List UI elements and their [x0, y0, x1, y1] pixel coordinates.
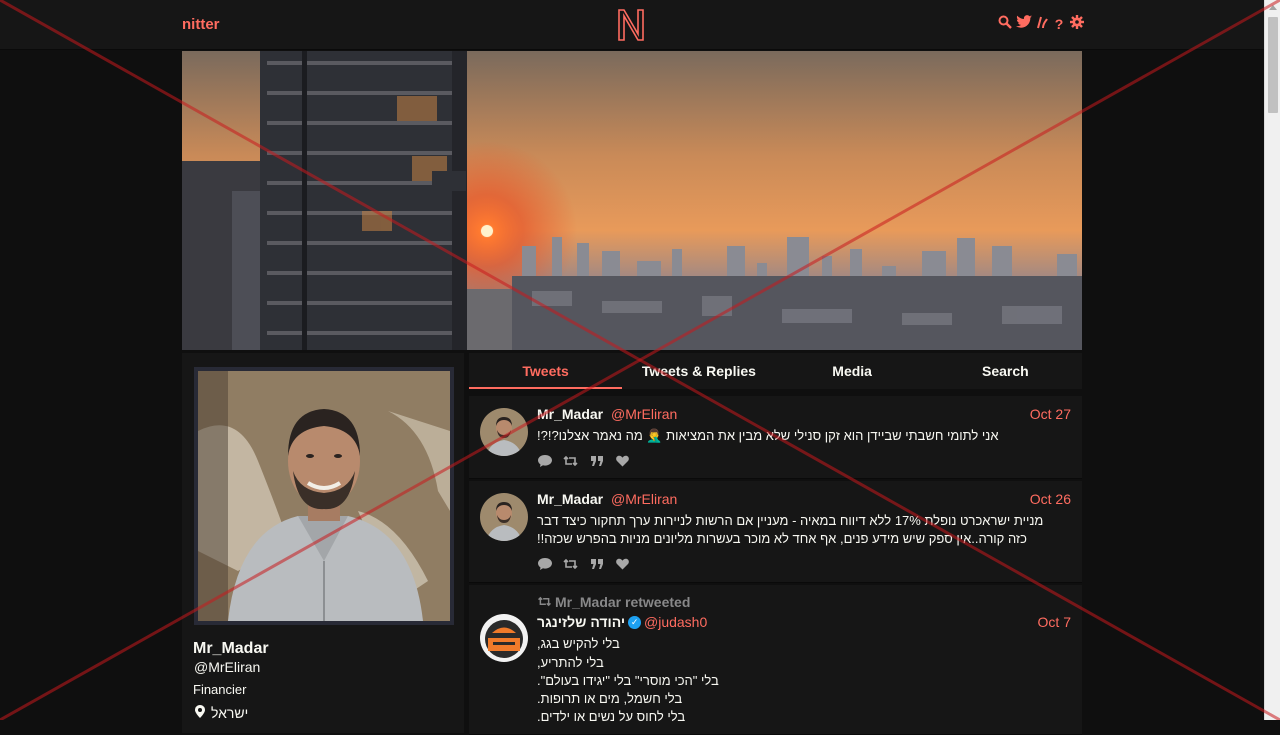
reply-icon[interactable]: [537, 455, 552, 467]
settings-icon[interactable]: [1070, 15, 1084, 33]
tweet-body-line-2: כזה קורה..אין ספק שיש מידע פנים, אף אחד …: [537, 531, 1027, 546]
scrollbar-thumb[interactable]: [1268, 17, 1278, 113]
brand-link[interactable]: nitter: [182, 16, 220, 33]
scroll-up-arrow-icon[interactable]: [1269, 5, 1277, 10]
profile-display-name[interactable]: Mr_Madar: [193, 640, 269, 658]
tweet-body: אני לתומי חשבתי שביידן הוא זקן סנילי שלא…: [537, 428, 999, 443]
nitter-logo[interactable]: [616, 8, 646, 42]
tweet-author-name[interactable]: Mr_Madar: [537, 491, 603, 507]
reply-icon[interactable]: [537, 558, 552, 570]
tab-media[interactable]: Media: [776, 353, 929, 389]
location-pin-icon: [195, 705, 205, 721]
tab-tweets-replies[interactable]: Tweets & Replies: [622, 353, 775, 389]
tweet-author-handle[interactable]: @judash0: [644, 614, 707, 630]
navbar: nitter ?: [0, 0, 1264, 50]
profile-avatar[interactable]: [194, 367, 454, 625]
tweet-stats: [537, 558, 630, 570]
tweet-body-line-3: בלי "הכי מוסרי" בלי "יגידו בעולם".: [537, 673, 719, 688]
tweet-body-line-5: בלי לחוס על נשים או ילדים.: [537, 709, 686, 724]
tweet-author-name[interactable]: יהודה שלזינגר ✓: [537, 614, 642, 630]
timeline-tabs: Tweets Tweets & Replies Media Search: [469, 353, 1082, 389]
tweet-body-line-1: מניית ישראכרט נופלת 17% ללא דיווח במאיה …: [537, 513, 1044, 528]
retweet-icon[interactable]: [563, 558, 578, 570]
verified-badge-icon: ✓: [628, 615, 642, 629]
tweet-author-handle[interactable]: @MrEliran: [611, 406, 677, 422]
profile-card: Mr_Madar @MrEliran Financier ישראל: [182, 353, 464, 733]
tweet-author-name-text[interactable]: יהודה שלזינגר: [537, 614, 625, 630]
tweet-date[interactable]: Oct 27: [1030, 406, 1071, 422]
like-icon[interactable]: [615, 558, 630, 570]
profile-banner[interactable]: [182, 51, 1082, 350]
tweet-date[interactable]: Oct 7: [1038, 614, 1071, 630]
tweet-date[interactable]: Oct 26: [1030, 491, 1071, 507]
quote-icon[interactable]: [589, 558, 604, 570]
tweet-item[interactable]: Mr_Madar @MrEliran Oct 26 מניית ישראכרט …: [469, 481, 1082, 583]
tweet-avatar[interactable]: [480, 614, 528, 662]
like-icon[interactable]: [615, 455, 630, 467]
tab-tweets[interactable]: Tweets: [469, 353, 623, 389]
quote-icon[interactable]: [589, 455, 604, 467]
profile-handle[interactable]: @MrEliran: [194, 659, 260, 675]
tab-search[interactable]: Search: [929, 353, 1082, 389]
help-icon[interactable]: ?: [1052, 15, 1066, 33]
search-icon[interactable]: [998, 15, 1012, 33]
nav-icons: ?: [998, 15, 1084, 33]
tweet-item[interactable]: Mr_Madar @MrEliran Oct 27 אני לתומי חשבת…: [469, 396, 1082, 479]
tweet-avatar[interactable]: [480, 408, 528, 456]
retweet-header-icon: [537, 594, 552, 610]
tweet-body-line-2: בלי להתריע,: [537, 655, 604, 670]
tweet-avatar[interactable]: [480, 493, 528, 541]
timeline: Tweets Tweets & Replies Media Search Mr_…: [469, 353, 1082, 735]
tweet-item-retweet[interactable]: Mr_Madar retweeted יהודה שלזינגר ✓ @juda…: [469, 585, 1082, 735]
page-scrollbar[interactable]: [1264, 0, 1280, 720]
retweet-header[interactable]: Mr_Madar retweeted: [537, 594, 690, 610]
profile-location-text: ישראל: [211, 705, 249, 721]
profile-bio: Financier: [193, 682, 247, 697]
tweet-stats: [537, 455, 630, 467]
retweet-header-text: Mr_Madar retweeted: [555, 594, 691, 610]
retweet-icon[interactable]: [563, 455, 578, 467]
rss-icon[interactable]: [1034, 15, 1048, 33]
twitter-icon[interactable]: [1016, 15, 1032, 33]
tweet-body-line-1: בלי להקיש בגג,: [537, 636, 620, 651]
tweet-author-handle[interactable]: @MrEliran: [611, 491, 677, 507]
tweet-author-name[interactable]: Mr_Madar: [537, 406, 603, 422]
tweet-body-line-4: בלי חשמל, מים או תרופות.: [537, 691, 683, 706]
profile-location: ישראל: [195, 705, 248, 721]
